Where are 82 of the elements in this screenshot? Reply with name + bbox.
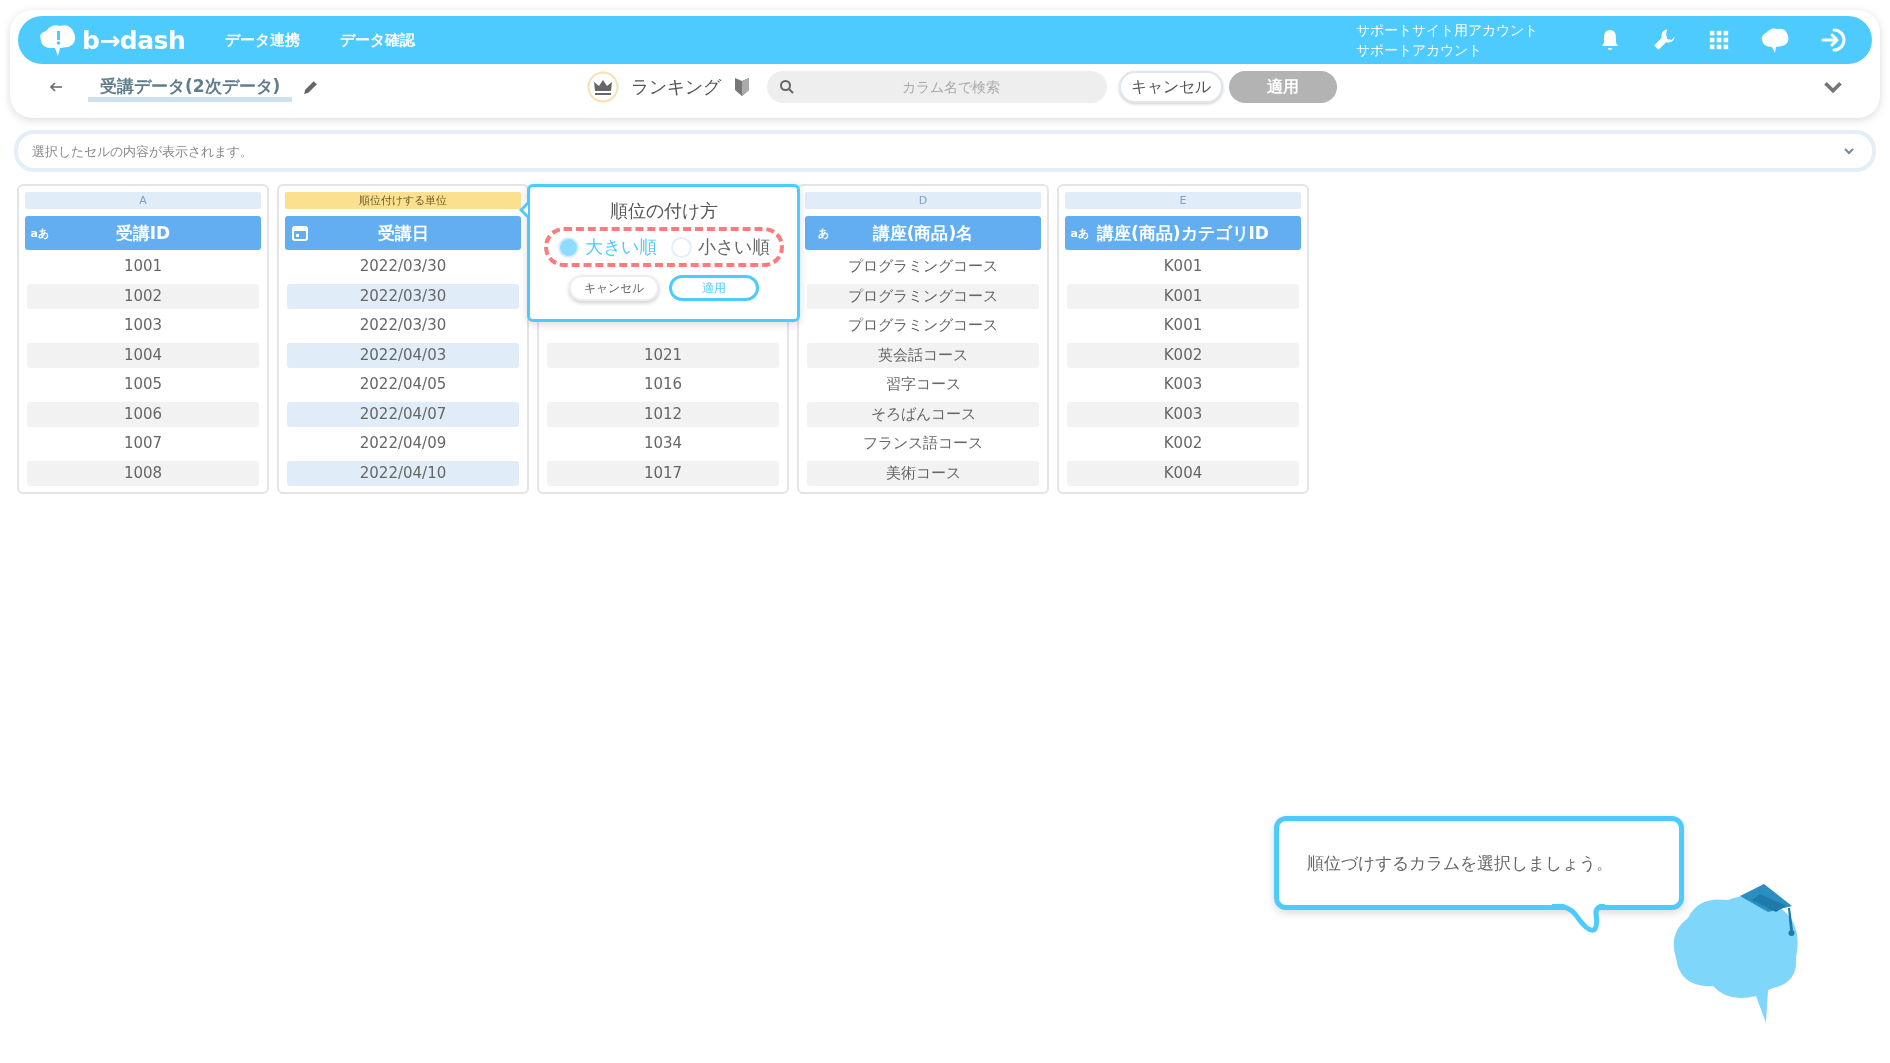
search-field[interactable]: カラム名で検索 — [767, 71, 1108, 103]
table-cell: K002 — [1067, 342, 1299, 368]
table-cell: 1017 — [547, 460, 779, 486]
guide-message: 順位づけするカラムを選択しましょう。 — [1307, 851, 1613, 875]
table-cell-text: 1016 — [642, 374, 684, 395]
grid-icon[interactable] — [1708, 29, 1730, 51]
dataset-title[interactable]: 受講データ(2次データ) — [88, 72, 293, 102]
chevron-down-icon[interactable] — [1822, 79, 1844, 95]
table-cell-text: K001 — [1162, 256, 1204, 277]
table-cell-text: K001 — [1162, 315, 1204, 336]
mode-label: ランキング — [631, 75, 722, 99]
ranking-unit-tag: 順位付けする単位 — [285, 192, 521, 209]
table-cell-text: 1034 — [642, 433, 684, 454]
column-name: 受講ID — [115, 221, 171, 245]
column-card[interactable]: A aあ 受講ID 1001 1002 1003 1004 1005 1006 1007 1008 — [17, 184, 269, 494]
table-cell: そろばんコース — [807, 401, 1039, 427]
table-cell: 美術コース — [807, 460, 1039, 486]
table-cell: K001 — [1067, 283, 1299, 309]
column-card[interactable]: D あ 講座(商品)名 プログラミングコース プログラミングコース プログラミングコース 英会話コース 習字コース そろばんコース フランス語コース 美術コース — [797, 184, 1049, 494]
table-cell-text: プログラミングコース — [847, 315, 999, 336]
column-header[interactable]: 受講日 — [285, 216, 521, 250]
table-cell: 2022/04/10 — [287, 460, 519, 486]
text-type-label: aあ — [1069, 225, 1089, 241]
column-header[interactable]: aあ 受講ID — [25, 216, 261, 250]
table-cell-text: 習字コース — [884, 374, 962, 395]
table-cell: K004 — [1067, 460, 1299, 486]
text-type-label: あ — [817, 225, 829, 241]
sort-order-radio[interactable]: 小さい順 — [670, 235, 770, 259]
table-cell: 1004 — [27, 342, 259, 368]
sort-order-radio[interactable]: 大きい順 — [557, 235, 657, 259]
text-type-label: aあ — [29, 225, 49, 241]
logo-text[interactable]: b→dash — [82, 25, 186, 55]
table-cell-text: 1003 — [122, 315, 164, 336]
table-cell-text: 2022/03/30 — [358, 256, 448, 277]
pencil-icon[interactable] — [302, 78, 320, 96]
search-icon — [779, 79, 796, 95]
table-cell-text: 2022/03/30 — [358, 315, 448, 336]
account-name: サポートアカウント — [1356, 41, 1483, 60]
table-cell: 1006 — [27, 401, 259, 427]
crown-icon — [587, 71, 620, 103]
table-cell: K003 — [1067, 401, 1299, 427]
column-letter: A — [25, 192, 261, 209]
popup-title: 順位の付け方 — [609, 199, 718, 223]
table-cell-text: 2022/04/05 — [358, 374, 448, 395]
calendar-icon — [291, 224, 309, 242]
sign-in-icon[interactable] — [1820, 26, 1848, 54]
column-card[interactable]: E aあ 講座(商品)カテゴリID K001 K001 K001 K002 K003 K003 K002 K004 — [1057, 184, 1309, 494]
table-cell: 英会話コース — [807, 342, 1039, 368]
cloud-logo-icon — [38, 23, 78, 57]
column-letter: D — [805, 192, 1041, 209]
table-cell-text: フランス語コース — [862, 433, 984, 454]
column-name: 受講日 — [377, 221, 429, 245]
nav-link[interactable]: データ連携 — [225, 30, 301, 50]
table-cell-text: 1007 — [122, 433, 164, 454]
table-cell: 1021 — [547, 342, 779, 368]
table-cell-text: プログラミングコース — [847, 256, 999, 277]
table-cell: 2022/03/30 — [287, 283, 519, 309]
column-header[interactable]: あ 講座(商品)名 — [805, 216, 1041, 250]
apply-button[interactable]: 適用 — [668, 275, 759, 301]
column-name: 講座(商品)カテゴリID — [1097, 221, 1269, 245]
table-cell: プログラミングコース — [807, 283, 1039, 309]
column-card[interactable]: 順位付けする単位 受講日 2022/03/30 2022/03/30 2022/03/30 2022/04/03 2022/04/05 2022/04/07 2022/04/09 2022/04/10 — [277, 184, 529, 494]
table-cell-text: 2022/04/09 — [358, 433, 448, 454]
table-cell-text: 1001 — [122, 256, 164, 277]
nav-link[interactable]: データ確認 — [340, 30, 416, 50]
column-name: 講座(商品)名 — [872, 221, 974, 245]
cell-content-field[interactable]: 選択したセルの内容が表示されます。 — [14, 130, 1876, 172]
beginner-mark-icon[interactable] — [733, 76, 752, 98]
table-cell-text: K003 — [1162, 374, 1204, 395]
table-cell: 2022/04/03 — [287, 342, 519, 368]
table-cell: 1012 — [547, 401, 779, 427]
table-cell: 1002 — [27, 283, 259, 309]
column-letter: E — [1065, 192, 1301, 209]
account-name: サポートサイト用アカウント — [1356, 21, 1538, 40]
table-cell-text: K002 — [1162, 433, 1204, 454]
table-cell: 2022/04/07 — [287, 401, 519, 427]
table-cell: 1008 — [27, 460, 259, 486]
cancel-button[interactable]: キャンセル — [568, 275, 659, 301]
cloud-icon[interactable] — [1760, 26, 1790, 54]
table-cell-text: 1005 — [122, 374, 164, 395]
cancel-button[interactable]: キャンセル — [1119, 71, 1224, 103]
column-header[interactable]: aあ 講座(商品)カテゴリID — [1065, 216, 1301, 250]
